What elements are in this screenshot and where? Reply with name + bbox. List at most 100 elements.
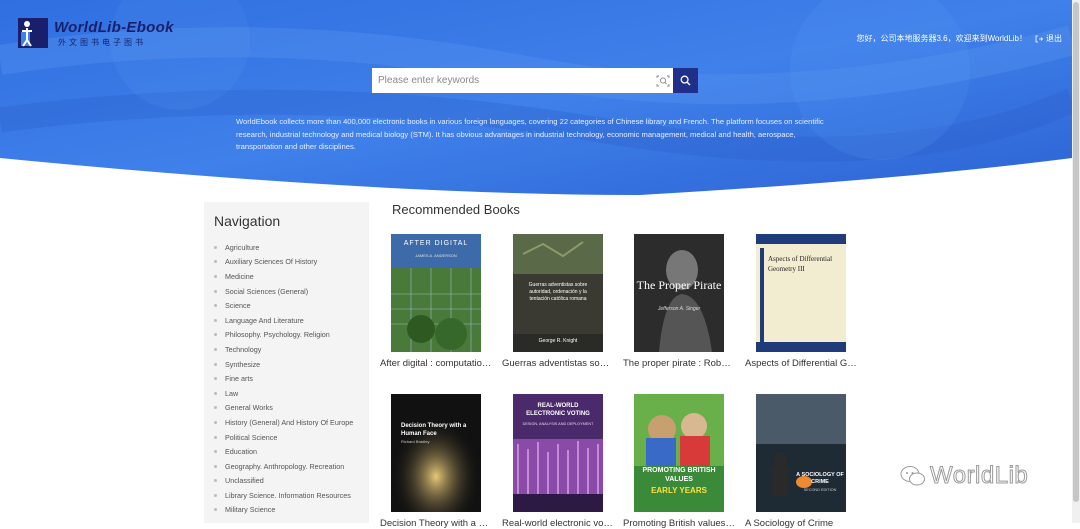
nav-item-geography[interactable]: Geography. Anthropology. Recreation (214, 459, 353, 474)
sidebar-title: Navigation (214, 213, 281, 229)
nav-item-library-science[interactable]: Library Science. Information Resources (214, 488, 353, 503)
image-search-button[interactable] (652, 68, 673, 93)
logout-button[interactable]: 退出 (1035, 33, 1062, 44)
nav-item-label: Agriculture (225, 242, 260, 252)
nav-item-label: Science (225, 301, 251, 311)
nav-item-history[interactable]: History (General) And History Of Europe (214, 415, 353, 430)
book-title[interactable]: Promoting British values in the early ye… (623, 518, 735, 529)
nav-item-social-sciences[interactable]: Social Sciences (General) (214, 284, 353, 299)
book-cover[interactable]: Guerras adventistas sobre autoridad, ord… (513, 234, 603, 352)
book-card[interactable]: A SOCIOLOGY OF CRIME SECOND EDITION A So… (745, 394, 857, 529)
search-bar (372, 68, 698, 93)
nav-item-label: Library Science. Information Resources (225, 490, 351, 500)
nav-item-law[interactable]: Law (214, 386, 353, 401)
book-card[interactable]: The Proper Pirate Jefferson A. Singer Th… (623, 234, 735, 369)
cover-title: PROMOTING BRITISH VALUES (642, 467, 716, 483)
cover-subtitle: SECOND EDITION (803, 488, 837, 492)
bullet-icon (214, 318, 217, 322)
bullet-icon (214, 362, 217, 366)
wechat-watermark: WorldLib (900, 462, 1028, 490)
book-card[interactable]: Aspects of Differential Geometry III Asp… (745, 234, 857, 369)
cover-title: Guerras adventistas sobre autoridad, ord… (528, 282, 588, 302)
search-input[interactable] (372, 68, 652, 93)
navigation-sidebar: Navigation Agriculture Auxiliary Science… (204, 202, 369, 523)
bullet-icon (214, 435, 217, 439)
nav-item-label: Auxiliary Sciences Of History (225, 257, 318, 267)
bullet-icon (214, 245, 217, 249)
logo-subtitle: 外文图书电子图书 (58, 37, 146, 47)
bullet-icon (214, 391, 217, 395)
nav-item-label: History (General) And History Of Europe (225, 417, 354, 427)
bullet-icon (214, 450, 217, 454)
book-cover[interactable]: Decision Theory with a Human Face Richar… (391, 394, 481, 512)
book-cover[interactable]: REAL-WORLD ELECTRONIC VOTING DESIGN, ANA… (513, 394, 603, 512)
bullet-icon (214, 304, 217, 308)
book-title[interactable]: Guerras adventistas sobre autoridad, ord… (502, 358, 614, 369)
cover-author: Jefferson A. Singer (657, 306, 701, 312)
user-greeting-bar: 您好，公司本地服务器3.6，欢迎来到WorldLib！ 退出 (856, 33, 1062, 44)
bullet-icon (214, 493, 217, 497)
book-cover[interactable]: A SOCIOLOGY OF CRIME SECOND EDITION (756, 394, 846, 512)
scrollbar[interactable] (1072, 0, 1080, 523)
logout-icon (1035, 35, 1043, 42)
cover-title: AFTER DIGITAL (403, 240, 469, 247)
book-card[interactable]: Guerras adventistas sobre autoridad, ord… (502, 234, 614, 369)
nav-item-science[interactable]: Science (214, 298, 353, 313)
nav-item-synthesize[interactable]: Synthesize (214, 357, 353, 372)
book-title[interactable]: A Sociology of Crime (745, 518, 857, 529)
book-title[interactable]: Real-world electronic voting : design, a… (502, 518, 614, 529)
nav-item-military-science[interactable]: Military Science (214, 503, 353, 518)
nav-item-language-literature[interactable]: Language And Literature (214, 313, 353, 328)
logo[interactable]: WorldLib-Ebook 外文图书电子图书 (16, 16, 174, 50)
nav-item-fine-arts[interactable]: Fine arts (214, 371, 353, 386)
nav-item-general-works[interactable]: General Works (214, 401, 353, 416)
nav-item-auxiliary-sciences[interactable]: Auxiliary Sciences Of History (214, 255, 353, 270)
nav-item-medicine[interactable]: Medicine (214, 269, 353, 284)
book-title[interactable]: The proper pirate : Robert Louis Stevens… (623, 358, 735, 369)
book-card[interactable]: REAL-WORLD ELECTRONIC VOTING DESIGN, ANA… (502, 394, 614, 529)
bullet-icon (214, 508, 217, 512)
book-cover[interactable]: PROMOTING BRITISH VALUES EARLY YEARS (634, 394, 724, 512)
bullet-icon (214, 377, 217, 381)
recommended-title: Recommended Books (392, 202, 520, 217)
bullet-icon (214, 333, 217, 337)
book-card[interactable]: PROMOTING BRITISH VALUES EARLY YEARS Pro… (623, 394, 735, 529)
nav-item-label: Technology (225, 344, 262, 354)
nav-item-technology[interactable]: Technology (214, 342, 353, 357)
nav-item-label: Language And Literature (225, 315, 304, 325)
cover-author: Richard Bradley (401, 439, 430, 444)
book-cover[interactable]: Aspects of Differential Geometry III (756, 234, 846, 352)
logo-icon (18, 18, 48, 48)
search-button[interactable] (673, 68, 698, 93)
nav-item-agriculture[interactable]: Agriculture (214, 240, 353, 255)
cover-subtitle: DESIGN, ANALYSIS AND DEPLOYMENT (522, 422, 594, 426)
bullet-icon (214, 274, 217, 278)
nav-item-unclassified[interactable]: Unclassified (214, 474, 353, 489)
scrollbar-thumb[interactable] (1073, 2, 1079, 502)
nav-item-label: Synthesize (225, 359, 261, 369)
book-card[interactable]: AFTER DIGITAL JAMES A. ANDERSON After di… (380, 234, 492, 369)
nav-item-label: Law (225, 388, 239, 398)
book-title[interactable]: After digital : computational theories o… (380, 358, 492, 369)
nav-item-education[interactable]: Education (214, 444, 353, 459)
nav-item-political-science[interactable]: Political Science (214, 430, 353, 445)
cover-title: A SOCIOLOGY OF CRIME (796, 472, 844, 485)
wechat-icon (900, 466, 925, 486)
image-search-icon (656, 75, 669, 86)
book-card[interactable]: Decision Theory with a Human Face Richar… (380, 394, 492, 529)
nav-list: Agriculture Auxiliary Sciences Of Histor… (214, 240, 353, 517)
nav-item-philosophy[interactable]: Philosophy. Psychology. Religion (214, 328, 353, 343)
nav-item-label: Education (225, 447, 257, 457)
book-title[interactable]: Aspects of Differential Geometry III (745, 358, 857, 369)
book-cover[interactable]: The Proper Pirate Jefferson A. Singer (634, 234, 724, 352)
cover-subtitle: EARLY YEARS (651, 486, 707, 495)
bullet-icon (214, 347, 217, 351)
book-title[interactable]: Decision Theory with a Human Face (380, 518, 492, 529)
watermark-text: WorldLib (929, 462, 1029, 490)
cover-author: JAMES A. ANDERSON (415, 253, 457, 258)
cover-author: George R. Knight (538, 338, 578, 344)
book-cover[interactable]: AFTER DIGITAL JAMES A. ANDERSON (391, 234, 481, 352)
nav-item-label: Political Science (225, 432, 278, 442)
cover-title: REAL-WORLD ELECTRONIC VOTING (526, 403, 590, 417)
cover-title: Decision Theory with a Human Face (401, 423, 467, 437)
